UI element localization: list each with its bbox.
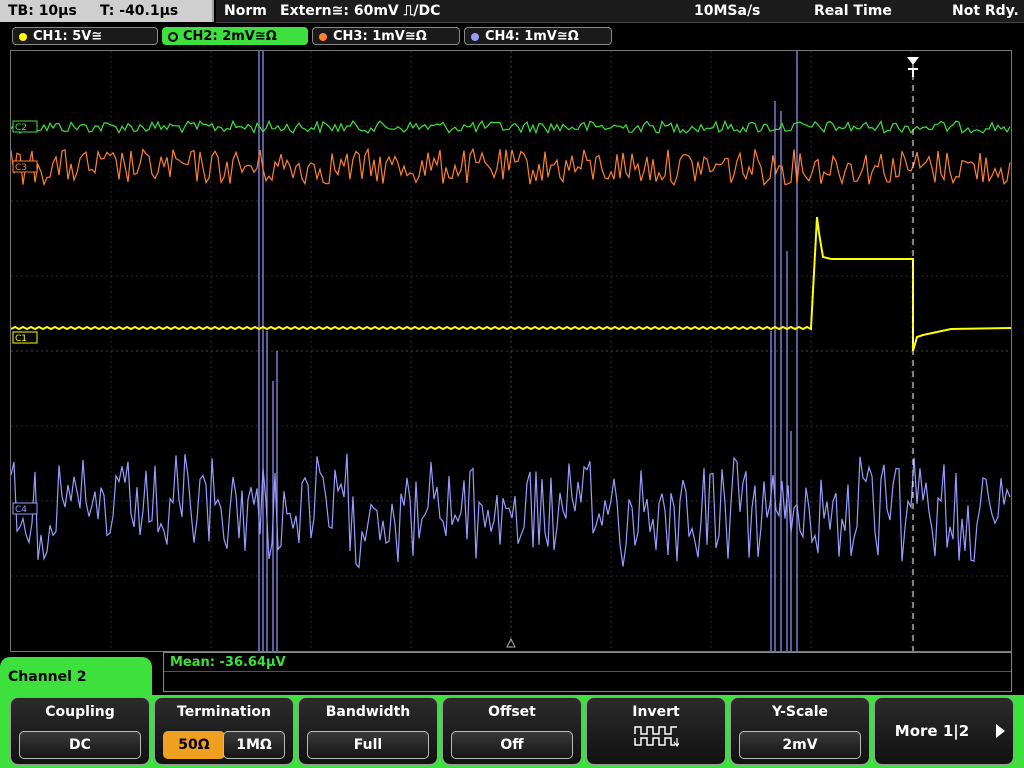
trigger-source: Extern≅: 60mV ⎍/DC [280,3,441,19]
coupling-softkey[interactable]: Coupling DC [10,697,150,765]
coupling-title: Coupling [45,704,115,720]
bandwidth-title: Bandwidth [325,704,411,720]
ch4-trace [11,453,1011,569]
sample-rate: 10MSa/s [694,3,761,19]
measurement-panel[interactable]: Mean: -36.64µV [163,652,1012,692]
invert-softkey[interactable]: Invert [586,697,726,765]
measurement-divider [164,671,1011,672]
bandwidth-softkey[interactable]: Bandwidth Full [298,697,438,765]
tab-ch2[interactable]: CH2: 2mV≅Ω [162,27,308,45]
trigger-t-icon [908,68,918,77]
yscale-title: Y-Scale [771,704,828,720]
svg-text:C4: C4 [15,505,27,515]
tab-ch1[interactable]: CH1: 5V≅ [12,27,158,45]
waveform-canvas: C2 C3 C1 C4 [11,51,1011,651]
ch2-color-dot [169,33,177,41]
ch3-color-dot [319,33,327,41]
invert-title: Invert [632,704,680,720]
tab-ch1-label: CH1: 5V≅ [33,29,103,44]
trigger-position-icon[interactable] [907,57,919,65]
trigger-mode: Norm [224,3,267,19]
menu-title-tab: Channel 2 [0,657,152,697]
termination-title: Termination [177,704,271,720]
ch4-marker[interactable]: C4 [12,502,38,515]
termination-50ohm-option[interactable]: 50Ω [163,731,225,759]
acquisition-mode: Real Time [814,3,892,19]
tab-ch3-label: CH3: 1mV≅Ω [333,29,427,44]
tab-ch4-label: CH4: 1mV≅Ω [485,29,579,44]
offset-title: Offset [488,704,536,720]
graticule-grid [11,51,1011,651]
ready-state: Not Rdy. [952,3,1019,19]
more-softkey[interactable]: More 1|2 [874,697,1014,765]
ch2-marker[interactable]: C2 [12,120,38,133]
yscale-value[interactable]: 2mV [739,731,861,759]
invert-waveform-icon [634,726,679,747]
timebase-value: TB: 10µs [8,3,77,19]
mean-measurement: Mean: -36.64µV [170,655,286,670]
more-title: More 1|2 [894,722,970,740]
tab-ch4[interactable]: CH4: 1mV≅Ω [464,27,612,45]
offset-softkey[interactable]: Offset Off [442,697,582,765]
timebase-panel[interactable]: TB: 10µs T: -40.1µs [0,0,214,22]
tab-ch2-label: CH2: 2mV≅Ω [183,29,277,44]
ch3-marker[interactable]: C3 [12,160,38,173]
waveform-display[interactable]: C2 C3 C1 C4 [10,50,1012,652]
termination-softkey[interactable]: Termination 50Ω 1MΩ [154,697,294,765]
trigger-panel[interactable]: Norm Extern≅: 60mV ⎍/DC 10MSa/s Real Tim… [216,0,1024,23]
offset-value[interactable]: Off [451,731,573,759]
chevron-right-icon [996,724,1005,738]
status-bar: TB: 10µs T: -40.1µs Norm Extern≅: 60mV ⎍… [0,0,1024,24]
channel-tabs: CH1: 5V≅ CH2: 2mV≅Ω CH3: 1mV≅Ω CH4: 1mV≅… [0,26,1024,48]
trigger-time-value: T: -40.1µs [100,3,179,19]
tab-ch3[interactable]: CH3: 1mV≅Ω [312,27,460,45]
termination-1mohm-option[interactable]: 1MΩ [223,731,285,759]
svg-text:C3: C3 [15,163,27,173]
svg-text:C2: C2 [15,123,27,133]
yscale-softkey[interactable]: Y-Scale 2mV [730,697,870,765]
svg-text:C1: C1 [15,334,27,344]
menu-title: Channel 2 [8,669,87,685]
ch1-marker[interactable]: C1 [12,331,38,344]
bandwidth-value[interactable]: Full [307,731,429,759]
ch1-color-dot [19,33,27,41]
coupling-value[interactable]: DC [19,731,141,759]
ch4-color-dot [471,33,479,41]
